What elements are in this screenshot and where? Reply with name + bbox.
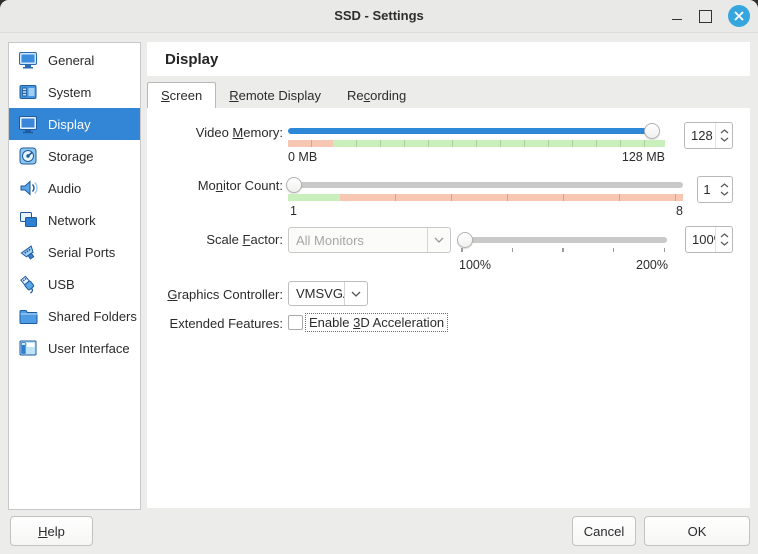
maximize-icon[interactable] bbox=[699, 10, 712, 23]
sidebar-item-storage[interactable]: Storage bbox=[9, 140, 140, 172]
sidebar-item-label: Network bbox=[48, 213, 96, 228]
tab-remote-display[interactable]: Remote Display bbox=[216, 83, 334, 108]
extended-features-label: Extended Features: bbox=[150, 316, 283, 331]
audio-icon bbox=[17, 177, 39, 199]
sidebar-item-system[interactable]: System bbox=[9, 76, 140, 108]
screen-tab-pane bbox=[147, 108, 750, 508]
video-memory-slider-track[interactable] bbox=[288, 128, 658, 134]
sidebar-item-general[interactable]: General bbox=[9, 44, 140, 76]
page-header: Display bbox=[147, 42, 750, 76]
network-icon bbox=[17, 209, 39, 231]
scale-factor-value[interactable]: 100% bbox=[686, 227, 715, 252]
monitor-count-max-label: 8 bbox=[583, 204, 683, 218]
video-memory-tick-scale bbox=[288, 140, 665, 147]
scale-factor-monitor-value: All Monitors bbox=[289, 233, 427, 248]
tab-screen[interactable]: Screen bbox=[147, 82, 216, 109]
sidebar-item-label: USB bbox=[48, 277, 75, 292]
shared-folders-icon bbox=[17, 305, 39, 327]
enable-3d-acceleration-checkbox[interactable] bbox=[288, 315, 303, 330]
scale-factor-monitor-combo[interactable]: All Monitors bbox=[288, 227, 451, 253]
sidebar-item-label: System bbox=[48, 85, 91, 100]
chevron-down-icon bbox=[344, 282, 367, 305]
chevron-down-icon bbox=[427, 228, 450, 252]
sidebar-item-label: Audio bbox=[48, 181, 81, 196]
sidebar-item-user-interface[interactable]: User Interface bbox=[9, 332, 140, 364]
ok-button[interactable]: OK bbox=[644, 516, 750, 546]
sidebar-item-label: Display bbox=[48, 117, 91, 132]
titlebar: SSD - Settings bbox=[0, 0, 758, 33]
monitor-count-tick-scale bbox=[288, 194, 683, 201]
tab-bar: Screen Remote Display Recording bbox=[147, 82, 750, 109]
video-memory-slider-handle[interactable] bbox=[644, 123, 660, 139]
display-icon bbox=[17, 113, 39, 135]
scale-factor-tick-marks bbox=[461, 248, 665, 252]
general-icon bbox=[17, 49, 39, 71]
scale-factor-label: Scale Factor: bbox=[150, 232, 283, 247]
settings-sidebar: General System Display Storage Audio bbox=[8, 42, 141, 510]
sidebar-item-usb[interactable]: USB bbox=[9, 268, 140, 300]
settings-window: SSD - Settings General System D bbox=[0, 0, 758, 554]
scale-factor-steppers bbox=[715, 227, 732, 252]
video-memory-value[interactable]: 128 MB bbox=[685, 123, 715, 148]
monitor-count-slider-track[interactable] bbox=[288, 182, 683, 188]
spin-down-icon[interactable] bbox=[720, 137, 729, 142]
sidebar-item-network[interactable]: Network bbox=[9, 204, 140, 236]
scale-factor-spinbox[interactable]: 100% bbox=[685, 226, 733, 253]
sidebar-item-label: Storage bbox=[48, 149, 94, 164]
spin-up-icon[interactable] bbox=[720, 183, 729, 188]
video-memory-min-label: 0 MB bbox=[288, 150, 317, 164]
usb-icon bbox=[17, 273, 39, 295]
cancel-button[interactable]: Cancel bbox=[572, 516, 636, 546]
sidebar-item-label: General bbox=[48, 53, 94, 68]
spin-up-icon[interactable] bbox=[720, 233, 729, 238]
spin-down-icon[interactable] bbox=[720, 191, 729, 196]
enable-3d-acceleration-label[interactable]: Enable 3D Acceleration bbox=[305, 313, 448, 332]
scale-factor-slider-handle[interactable] bbox=[457, 232, 473, 248]
tab-recording[interactable]: Recording bbox=[334, 83, 419, 108]
window-title: SSD - Settings bbox=[0, 0, 758, 32]
sidebar-item-label: User Interface bbox=[48, 341, 130, 356]
video-memory-max-label: 128 MB bbox=[565, 150, 665, 164]
sidebar-item-display[interactable]: Display bbox=[9, 108, 140, 140]
scale-factor-slider-track[interactable] bbox=[459, 237, 667, 243]
sidebar-item-shared-folders[interactable]: Shared Folders bbox=[9, 300, 140, 332]
sidebar-item-label: Shared Folders bbox=[48, 309, 137, 324]
monitor-count-spinbox[interactable]: 1 bbox=[697, 176, 733, 203]
monitor-count-steppers bbox=[716, 177, 732, 202]
sidebar-item-audio[interactable]: Audio bbox=[9, 172, 140, 204]
graphics-controller-value: VMSVGA bbox=[289, 286, 344, 301]
scale-factor-min-label: 100% bbox=[459, 258, 491, 272]
window-controls bbox=[671, 0, 750, 32]
spin-down-icon[interactable] bbox=[720, 241, 729, 246]
system-icon bbox=[17, 81, 39, 103]
scale-factor-max-label: 200% bbox=[568, 258, 668, 272]
storage-icon bbox=[17, 145, 39, 167]
graphics-controller-label: Graphics Controller: bbox=[150, 287, 283, 302]
spin-up-icon[interactable] bbox=[720, 129, 729, 134]
help-button[interactable]: Help bbox=[10, 516, 93, 546]
monitor-count-min-label: 1 bbox=[290, 204, 297, 218]
close-icon[interactable] bbox=[728, 5, 750, 27]
sidebar-item-label: Serial Ports bbox=[48, 245, 115, 260]
graphics-controller-combo[interactable]: VMSVGA bbox=[288, 281, 368, 306]
user-interface-icon bbox=[17, 337, 39, 359]
monitor-count-slider-handle[interactable] bbox=[286, 177, 302, 193]
monitor-count-label: Monitor Count: bbox=[150, 178, 283, 193]
sidebar-item-serial-ports[interactable]: Serial Ports bbox=[9, 236, 140, 268]
minimize-icon[interactable] bbox=[671, 10, 683, 22]
video-memory-spinbox[interactable]: 128 MB bbox=[684, 122, 733, 149]
serial-ports-icon bbox=[17, 241, 39, 263]
page-title: Display bbox=[147, 51, 218, 68]
monitor-count-value[interactable]: 1 bbox=[698, 177, 716, 202]
video-memory-label: Video Memory: bbox=[150, 125, 283, 140]
video-memory-steppers bbox=[715, 123, 732, 148]
